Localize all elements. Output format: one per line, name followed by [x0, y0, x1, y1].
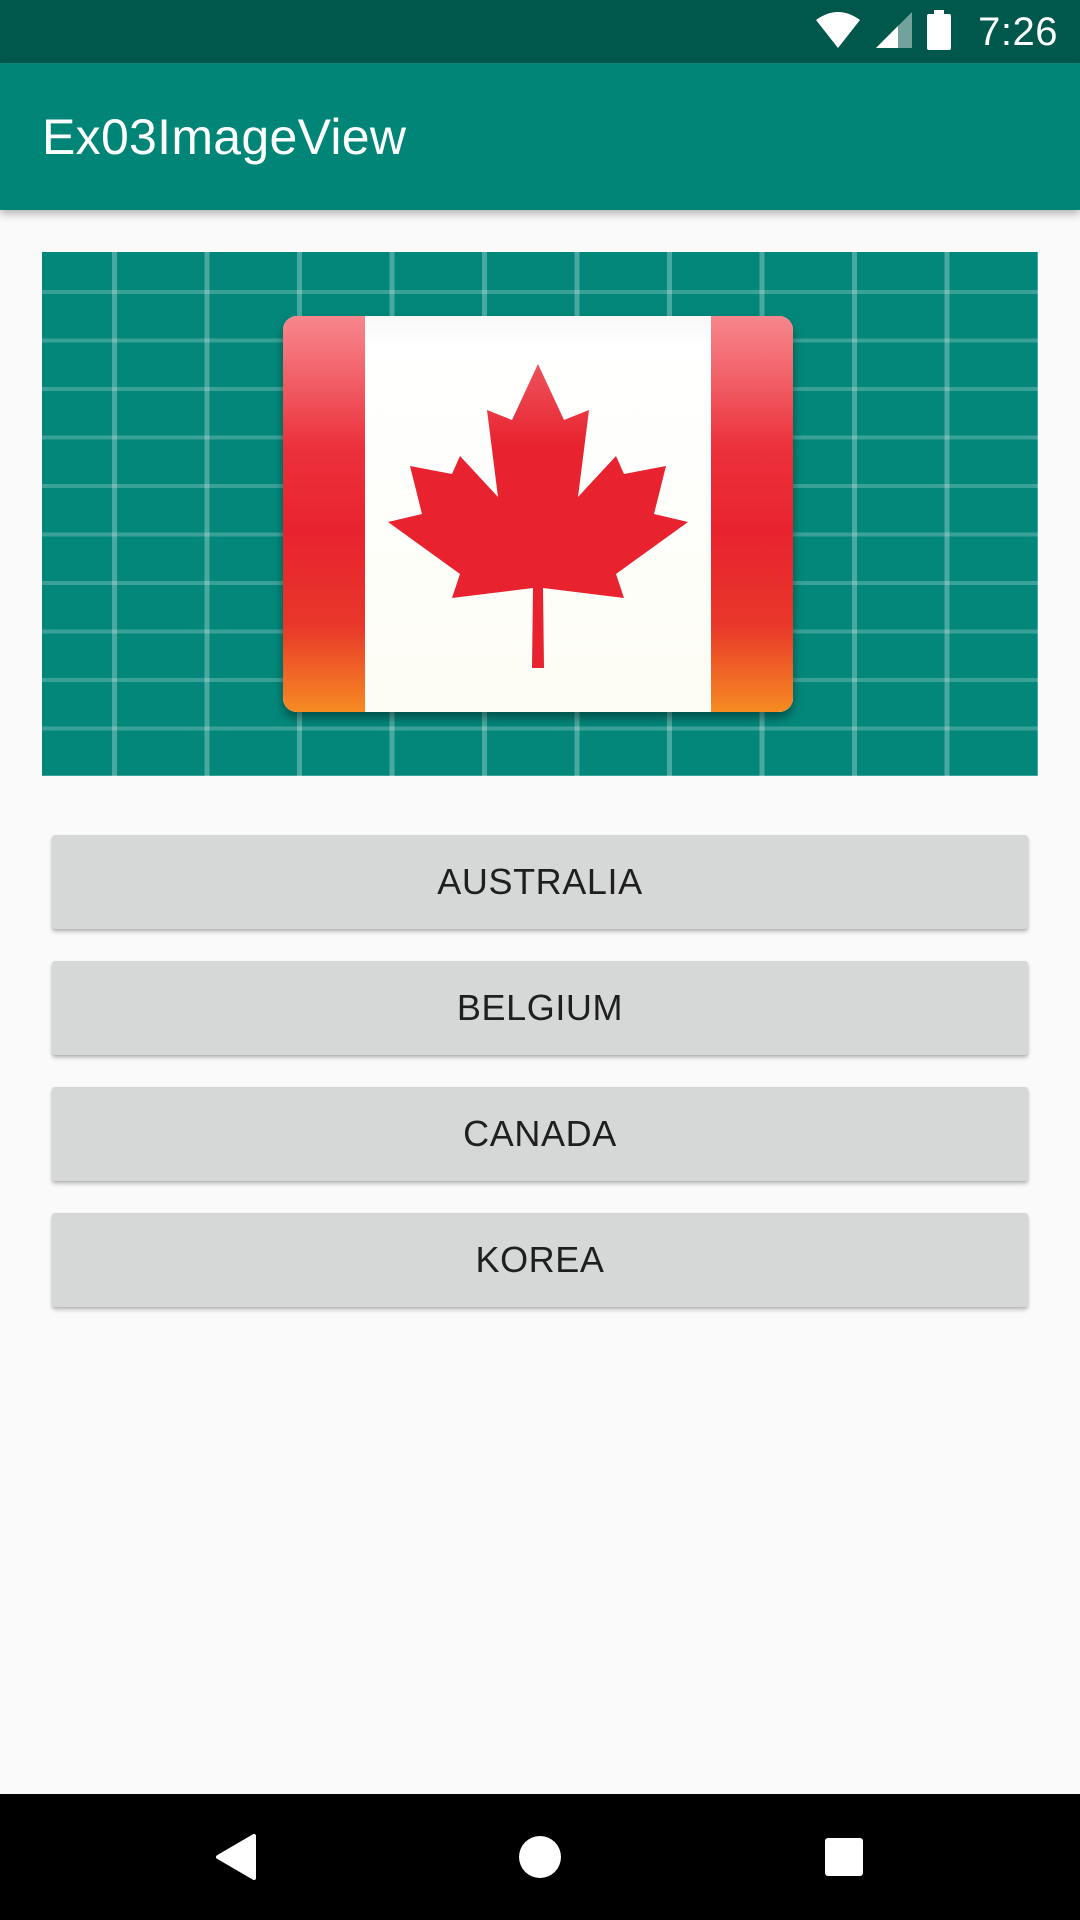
australia-button[interactable]: AUSTRALIA: [52, 835, 1028, 929]
status-time: 7:26: [978, 9, 1058, 54]
home-icon[interactable]: [507, 1824, 573, 1890]
canada-button-label: CANADA: [463, 1113, 617, 1154]
belgium-button[interactable]: BELGIUM: [52, 961, 1028, 1055]
korea-button[interactable]: KOREA: [52, 1213, 1028, 1307]
canada-button[interactable]: CANADA: [52, 1087, 1028, 1181]
belgium-button-label: BELGIUM: [456, 987, 624, 1028]
battery-icon: [926, 9, 952, 55]
wifi-icon: [814, 10, 862, 55]
app-bar: Ex03ImageView: [0, 63, 1080, 210]
recents-icon[interactable]: [811, 1824, 877, 1890]
status-icons: 7:26: [814, 8, 1058, 56]
navigation-bar: [0, 1794, 1080, 1920]
screen: 7:26 Ex03ImageView AUSTRALIA BELGIUM CAN…: [0, 0, 1080, 1920]
korea-button-label: KOREA: [475, 1239, 605, 1280]
back-icon[interactable]: [203, 1824, 269, 1890]
status-bar: 7:26: [0, 0, 1080, 63]
app-title: Ex03ImageView: [42, 109, 407, 165]
flag-image-view: [42, 252, 1038, 776]
canada-flag-image: [283, 316, 793, 712]
cell-signal-icon: [874, 10, 914, 55]
australia-button-label: AUSTRALIA: [437, 861, 643, 902]
